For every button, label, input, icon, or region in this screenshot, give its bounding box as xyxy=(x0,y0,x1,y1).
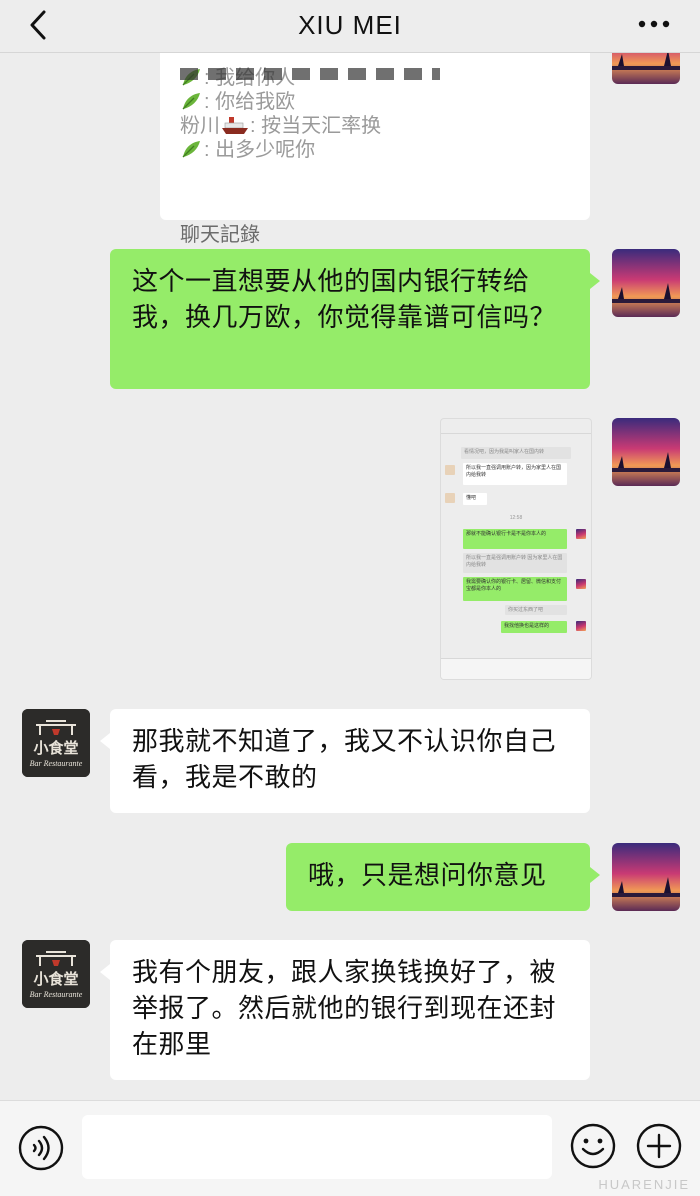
emoji-icon[interactable] xyxy=(570,1123,616,1169)
thumbnail-avatar xyxy=(445,465,455,475)
message-input[interactable] xyxy=(82,1115,552,1179)
image-message-thumbnail[interactable]: 看情况吧，因为我是叫家人在国内转 所以我一直强调用账户转，因为家里人在国内给我转… xyxy=(440,418,592,680)
restaurant-logo-icon: 小食堂 Bar Restaurante xyxy=(22,940,90,1008)
chat-scroll-area[interactable]: : 我给你人 : 你给我欧 粉川: 按当天汇率换 : 出多少呢你 聊天記錄 这个… xyxy=(0,0,700,1100)
contact-avatar[interactable]: 小食堂 Bar Restaurante xyxy=(22,709,90,777)
chat-history-card[interactable]: : 我给你人 : 你给我欧 粉川: 按当天汇率换 : 出多少呢你 聊天記錄 xyxy=(160,30,590,246)
thumbnail-input-bar xyxy=(441,658,591,679)
svg-text:小食堂: 小食堂 xyxy=(33,970,78,988)
thumbnail-bubble: 所以我一直强调用账户转，因为家里人在国内给我转 xyxy=(463,463,567,485)
plus-icon[interactable] xyxy=(636,1123,682,1169)
card-line: : 出多少呢你 xyxy=(180,138,570,162)
thumbnail-header xyxy=(441,419,591,434)
restaurant-logo-icon: 小食堂 Bar Restaurante xyxy=(22,709,90,777)
contact-avatar[interactable]: 小食堂 Bar Restaurante xyxy=(22,940,90,1008)
thumbnail-avatar xyxy=(576,579,586,589)
thumbnail-bubble: 那就不能确认银行卡是不是你本人的 xyxy=(463,529,567,549)
sunset-photo-icon xyxy=(612,249,680,317)
svg-text:Bar Restaurante: Bar Restaurante xyxy=(30,759,83,768)
thumbnail-bubble: 你买过东西了吧 xyxy=(505,605,567,615)
thumbnail-time: 12:58 xyxy=(509,515,523,521)
watermark: HUARENJIE xyxy=(598,1177,690,1192)
thumbnail-avatar xyxy=(576,621,586,631)
leaf-icon xyxy=(180,91,202,111)
thumbnail-bubble: 所以我一直是强调用账户转 因为家里人在国内给我转 xyxy=(463,553,567,573)
thumbnail-bubble: 我需要确认你的银行卡、居留、微信和支付宝都是你本人的 xyxy=(463,577,567,601)
my-avatar[interactable] xyxy=(612,418,680,486)
message-bubble-received[interactable]: 那我就不知道了，我又不认识你自己看，我是不敢的 xyxy=(100,709,590,813)
leaf-icon xyxy=(180,139,202,159)
chat-history-label: 聊天記錄 xyxy=(180,224,260,246)
chat-header: XIU MEI xyxy=(0,0,700,53)
chat-title: XIU MEI xyxy=(298,10,402,40)
voice-icon[interactable] xyxy=(18,1125,64,1171)
sunset-photo-icon xyxy=(612,843,680,911)
card-line: : 你给我欧 xyxy=(180,90,570,114)
my-avatar[interactable] xyxy=(612,843,680,911)
cropped-card-line xyxy=(180,68,500,80)
input-bar: HUARENJIE xyxy=(0,1100,700,1196)
ship-icon xyxy=(220,114,250,136)
ellipsis-icon[interactable] xyxy=(636,14,672,34)
sunset-photo-icon xyxy=(612,418,680,486)
thumbnail-avatar xyxy=(445,493,455,503)
thumbnail-bubble: 我找他换也是这样的 xyxy=(501,621,567,633)
thumbnail-bubble: 看情况吧，因为我是叫家人在国内转 xyxy=(461,447,571,459)
message-bubble-sent[interactable]: 哦，只是想问你意见 xyxy=(286,843,600,911)
my-avatar[interactable] xyxy=(612,249,680,317)
svg-text:小食堂: 小食堂 xyxy=(33,739,78,757)
svg-text:Bar Restaurante: Bar Restaurante xyxy=(30,990,83,999)
thumbnail-bubble: 懂吧 xyxy=(463,493,487,505)
card-line: 粉川: 按当天汇率换 xyxy=(180,114,382,137)
card-sender-name: 粉川 xyxy=(180,115,220,137)
message-bubble-received[interactable]: 我有个朋友，跟人家换钱换好了，被举报了。然后就他的银行到现在还封在那里 xyxy=(100,940,590,1080)
thumbnail-avatar xyxy=(576,529,586,539)
message-bubble-sent[interactable]: 这个一直想要从他的国内银行转给我，换几万欧，你觉得靠谱可信吗？ xyxy=(110,249,600,389)
